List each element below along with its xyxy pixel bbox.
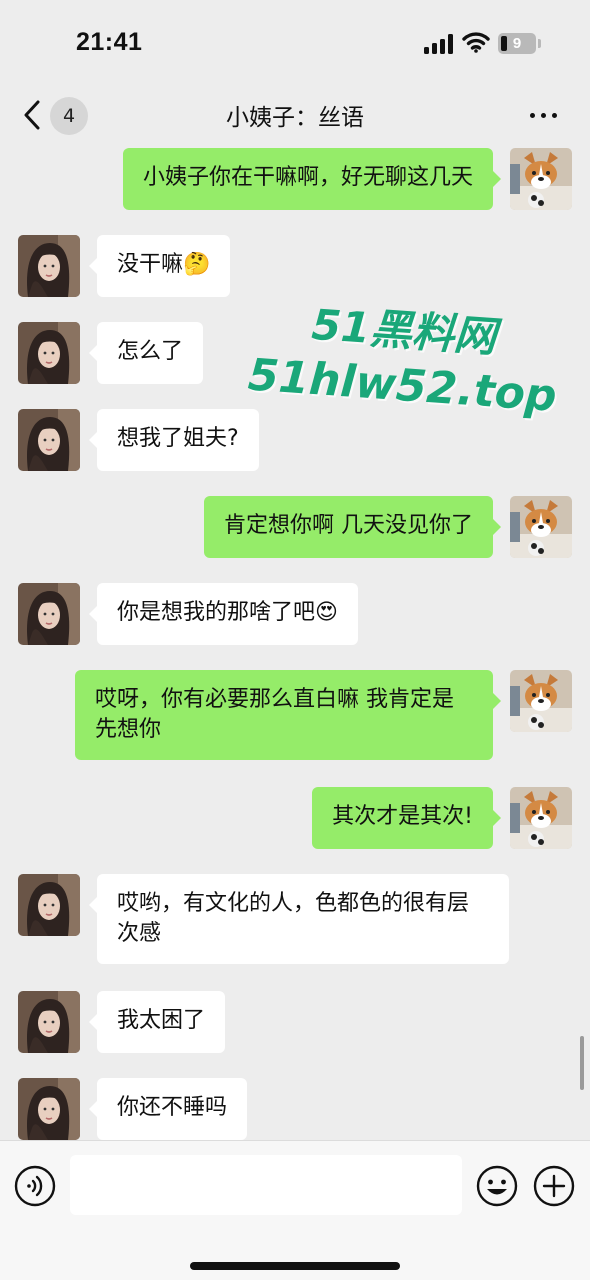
contact-avatar[interactable] <box>18 991 80 1053</box>
incoming-message-bubble[interactable]: 没干嘛🤔 <box>88 235 231 297</box>
message-text: 肯定想你啊 几天没见你了 <box>224 513 473 538</box>
chat-header: 4 小姨子：丝语 <box>0 90 590 142</box>
plus-button[interactable] <box>533 1165 575 1207</box>
contact-avatar[interactable] <box>18 1078 80 1140</box>
battery-tip <box>538 39 541 48</box>
voice-button[interactable] <box>14 1165 56 1207</box>
outgoing-message-bubble[interactable]: 小姨子你在干嘛啊，好无聊这几天 <box>122 148 502 210</box>
incoming-message-bubble[interactable]: 你是想我的那啥了吧😍 <box>89 583 358 645</box>
message-text: 想我了姐夫? <box>117 426 239 451</box>
status-bar: 21:41 9 <box>0 0 590 90</box>
battery-level: 9 <box>512 35 522 52</box>
contact-avatar[interactable] <box>18 874 80 936</box>
incoming-message-bubble[interactable]: 想我了姐夫? <box>89 409 259 471</box>
message-list[interactable]: 小姨子你在干嘛啊，好无聊这几天 没干嘛🤔 怎么了 想我了姐夫? 肯定想你啊 几天… <box>0 142 590 1140</box>
incoming-message-bubble[interactable]: 你还不睡吗 <box>88 1078 248 1140</box>
message-text: 哎呀，你有必要那么直白嘛 我肯定是先想你 <box>95 687 454 742</box>
emoji-button[interactable] <box>476 1165 518 1207</box>
message-text: 怎么了 <box>117 339 184 364</box>
more-button[interactable] <box>524 102 564 128</box>
outgoing-message-bubble[interactable]: 哎呀，你有必要那么直白嘛 我肯定是先想你 <box>75 670 501 760</box>
scroll-indicator[interactable] <box>580 1036 584 1090</box>
home-indicator[interactable] <box>190 1262 400 1270</box>
plus-icon <box>533 1165 575 1207</box>
my-avatar[interactable] <box>510 496 572 558</box>
chat-title: 小姨子：丝语 <box>226 105 364 131</box>
message-text: 我太困了 <box>117 1008 206 1033</box>
contact-avatar[interactable] <box>18 583 80 645</box>
unread-count-badge[interactable]: 4 <box>50 97 88 135</box>
incoming-message-bubble[interactable]: 我太困了 <box>88 991 226 1053</box>
outgoing-message-bubble[interactable]: 肯定想你啊 几天没见你了 <box>204 496 501 558</box>
message-text: 你还不睡吗 <box>117 1095 228 1120</box>
message-text: 哎哟，有文化的人，色都色的很有层次感 <box>117 891 470 946</box>
message-text: 你是想我的那啥了吧😍 <box>117 600 338 625</box>
chevron-left-icon <box>24 100 40 130</box>
voice-icon <box>14 1165 56 1207</box>
message-text: 没干嘛🤔 <box>117 252 211 277</box>
input-bar <box>0 1140 590 1280</box>
contact-avatar[interactable] <box>18 409 80 471</box>
battery-icon: 9 <box>498 33 536 54</box>
signal-icon <box>424 34 454 54</box>
emoji-icon <box>476 1165 518 1207</box>
incoming-message-bubble[interactable]: 怎么了 <box>88 322 204 384</box>
message-text: 其次才是其次! <box>332 804 473 829</box>
message-text: 小姨子你在干嘛啊，好无聊这几天 <box>142 165 473 190</box>
my-avatar[interactable] <box>510 787 572 849</box>
incoming-message-bubble[interactable]: 哎哟，有文化的人，色都色的很有层次感 <box>89 874 509 964</box>
outgoing-message-bubble[interactable]: 其次才是其次! <box>312 787 501 849</box>
back-button[interactable] <box>18 98 46 132</box>
message-input[interactable] <box>70 1155 462 1215</box>
wifi-icon <box>462 32 490 53</box>
my-avatar[interactable] <box>510 148 572 210</box>
status-time: 21:41 <box>76 28 143 56</box>
contact-avatar[interactable] <box>18 322 80 384</box>
my-avatar[interactable] <box>510 670 572 732</box>
contact-avatar[interactable] <box>18 235 80 297</box>
